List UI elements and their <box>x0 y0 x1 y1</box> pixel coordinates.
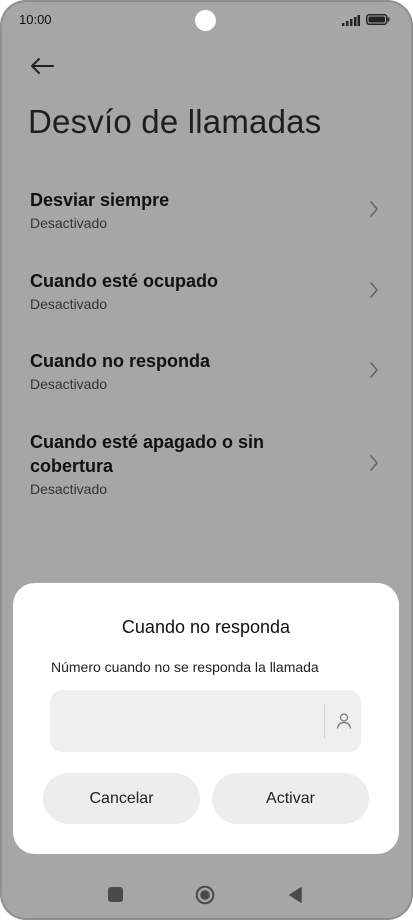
number-input-container <box>50 690 361 754</box>
setting-item-status: Desactivado <box>30 215 108 231</box>
setting-item-always[interactable]: Desviar siempre Desactivado <box>0 185 413 245</box>
setting-item-status: Desactivado <box>30 376 108 392</box>
input-divider <box>324 704 325 738</box>
setting-item-title: Cuando esté apagado o sin cobertura <box>30 432 265 476</box>
status-time: 10:00 <box>19 12 52 27</box>
person-icon[interactable] <box>336 712 352 730</box>
square-icon[interactable] <box>108 887 123 902</box>
setting-item-title: Cuando no responda <box>30 351 210 371</box>
chevron-right-icon <box>370 455 378 471</box>
dialog-title: Cuando no responda <box>121 617 291 637</box>
battery-icon <box>366 14 390 25</box>
phone-number-input[interactable] <box>64 690 318 754</box>
signal-icon <box>342 15 360 26</box>
setting-item-no-answer[interactable]: Cuando no responda Desactivado <box>0 346 413 406</box>
activate-button[interactable]: Activar <box>212 773 369 824</box>
setting-item-unreachable[interactable]: Cuando esté apagado o sin cobertura Desa… <box>0 427 413 502</box>
setting-item-title: Desviar siempre <box>30 190 170 210</box>
call-forward-dialog: Cuando no responda Número cuando no se r… <box>13 583 399 854</box>
circle-icon[interactable] <box>195 885 215 905</box>
setting-item-status: Desactivado <box>30 296 108 312</box>
setting-item-title: Cuando esté ocupado <box>30 271 219 291</box>
status-bar: 10:00 <box>0 0 413 40</box>
back-arrow-icon[interactable] <box>28 52 56 80</box>
setting-item-status: Desactivado <box>30 481 108 497</box>
dialog-label: Número cuando no se responda la llamada <box>51 659 319 675</box>
triangle-back-icon[interactable] <box>287 886 303 904</box>
page-title: Desvío de llamadas <box>28 103 322 140</box>
chevron-right-icon <box>370 201 378 217</box>
chevron-right-icon <box>370 282 378 298</box>
camera-cutout <box>195 10 216 31</box>
phone-screen: 10:00 Desvío de llamadas Desviar siempre… <box>0 0 413 920</box>
cancel-button[interactable]: Cancelar <box>43 773 200 824</box>
setting-item-busy[interactable]: Cuando esté ocupado Desactivado <box>0 266 413 326</box>
chevron-right-icon <box>370 362 378 378</box>
